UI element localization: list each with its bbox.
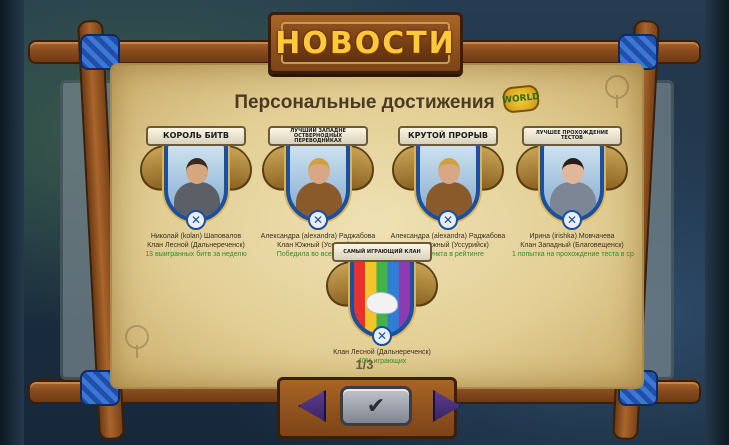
crossed-swords-icon: ✕ xyxy=(186,210,206,230)
crossed-swords-icon: ✕ xyxy=(372,326,392,346)
crossed-swords-icon: ✕ xyxy=(562,210,582,230)
world-event-badge: WORLD xyxy=(502,84,540,114)
player-name: Ирина (irishka) Мовчачева xyxy=(529,233,615,240)
player-clan: Клан Западный (Благовещенск) xyxy=(520,242,624,249)
crossed-swords-icon: ✕ xyxy=(438,210,458,230)
news-title-sign: НОВОСТИ xyxy=(268,12,463,74)
achievement-shield: ✕ КРУТОЙ ПРОРЫВ xyxy=(392,122,504,232)
page-indicator: 1/3 xyxy=(355,357,374,372)
player-name: Николай (kolan) Шаповалов xyxy=(150,233,242,240)
achievement-stat: 1 попытка на прохождение теста в ср xyxy=(512,251,634,258)
achievement-title: ЛУЧШИЙ ЗАПАДНЕ ОСТВЕРНОДНЫХ ПЕРЕВОДНИКАХ xyxy=(268,126,368,146)
achievement-title: КРУТОЙ ПРОРЫВ xyxy=(398,126,498,146)
background-right-edge xyxy=(705,0,729,445)
rope-binding-top-left xyxy=(80,34,120,70)
page-title: НОВОСТИ xyxy=(275,25,456,61)
crossed-swords-icon: ✕ xyxy=(308,210,328,230)
clan-name: Клан Лесной (Дальнереченск) xyxy=(333,349,431,356)
player-clan: Клан Лесной (Дальнереченск) xyxy=(147,242,245,249)
background-left-edge xyxy=(0,0,24,445)
section-subtitle: Персональные достижения xyxy=(234,92,495,113)
achievement-card: ✕ ЛУЧШЕЕ ПРОХОЖДЕНИЕ ТЕСТОВ Ирина (irish… xyxy=(512,122,634,259)
checkmark-icon: ✔ xyxy=(366,393,386,419)
achievement-title: КОРОЛЬ БИТВ xyxy=(146,126,246,146)
achievement-title: ЛУЧШЕЕ ПРОХОЖДЕНИЕ ТЕСТОВ xyxy=(522,126,622,146)
achievement-shield: ✕ ЛУЧШЕЕ ПРОХОЖДЕНИЕ ТЕСТОВ xyxy=(516,122,628,232)
achievement-stat: 13 выигранных битв за неделю xyxy=(145,251,247,258)
tree-watermark-icon xyxy=(125,325,149,358)
clan-shield: ✕ САМЫЙ ИГРАЮЩИЙ КЛАН xyxy=(326,238,438,348)
clan-achievement-card: ✕ САМЫЙ ИГРАЮЩИЙ КЛАН Клан Лесной (Дальн… xyxy=(322,238,442,366)
achievement-title: САМЫЙ ИГРАЮЩИЙ КЛАН xyxy=(332,242,432,262)
dove-icon xyxy=(366,292,398,314)
achievement-shield: ✕ КОРОЛЬ БИТВ xyxy=(140,122,252,232)
confirm-button[interactable]: ✔ xyxy=(340,386,412,426)
achievement-shield: ✕ ЛУЧШИЙ ЗАПАДНЕ ОСТВЕРНОДНЫХ ПЕРЕВОДНИК… xyxy=(262,122,374,232)
achievement-card: ✕ КОРОЛЬ БИТВ Николай (kolan) Шаповалов … xyxy=(136,122,256,259)
